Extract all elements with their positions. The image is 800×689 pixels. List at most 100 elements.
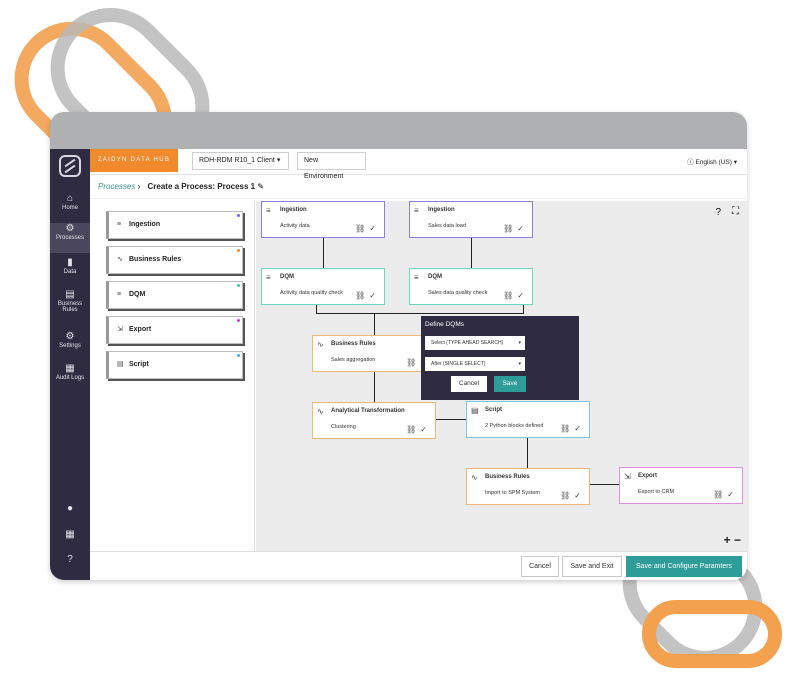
check-circle-icon[interactable]: ✓ <box>369 291 380 300</box>
nav-settings[interactable]: ⚙ Settings <box>50 331 90 361</box>
node-script[interactable]: ▤ Script 2 Python blocks defined ⛓✓ <box>466 401 590 438</box>
link-icon[interactable]: ⛓ <box>355 224 369 233</box>
nav-settings-label: Settings <box>59 343 81 349</box>
save-and-configure-button[interactable]: Save and Configure Paramters <box>626 556 742 577</box>
export-icon: ⇲ <box>624 472 631 481</box>
node-export-crm[interactable]: ⇲ Export Export to CRM ⛓✓ <box>619 467 743 504</box>
nav-processes[interactable]: ⚙ Processes <box>50 223 90 253</box>
node-ingestion-sales[interactable]: ≡ Ingestion Sales data load ⛓✓ <box>409 201 533 238</box>
check-circle-icon[interactable]: ✓ <box>574 424 585 433</box>
language-select[interactable]: ⓘ English (US) ▾ <box>687 156 737 166</box>
node-ingestion-activity[interactable]: ≡ Ingestion Activity data ⛓✓ <box>261 201 385 238</box>
new-environment-button[interactable]: New Environment <box>297 152 366 180</box>
link-icon[interactable]: ⛓ <box>503 291 517 300</box>
palette-dot <box>237 249 240 252</box>
zoom-in-button[interactable]: + <box>724 533 731 547</box>
node-actions[interactable]: ⛓✓ <box>713 490 738 499</box>
node-actions[interactable]: ⛓✓ <box>560 424 585 433</box>
node-title: DQM <box>428 274 442 280</box>
dqm-icon: ≡ <box>414 273 419 282</box>
node-actions[interactable]: ⛓✓ <box>503 291 528 300</box>
help-icon[interactable]: ? <box>715 207 721 218</box>
dqm-select-value: Select (TYPE AHEAD SEARCH) <box>431 340 504 346</box>
node-actions[interactable]: ⛓✓ <box>406 425 431 434</box>
node-business-rules-spm[interactable]: ∿ Business Rules Import to SPM System ⛓✓ <box>466 468 590 505</box>
nav-business-rules[interactable]: ▤ Business Rules <box>50 289 90 325</box>
link-icon[interactable]: ⛓ <box>560 491 574 500</box>
palette-dot <box>237 354 240 357</box>
connector <box>374 313 375 335</box>
database-icon: ≡ <box>414 206 419 215</box>
node-actions[interactable]: ⛓✓ <box>503 224 528 233</box>
popup-save-button[interactable]: Save <box>494 376 526 392</box>
palette-dqm[interactable]: ≡ DQM <box>106 281 243 309</box>
nav-home[interactable]: ⌂ Home <box>50 193 90 223</box>
language-label: English (US) <box>695 159 732 166</box>
bar-chart-icon: ▮ <box>67 257 73 268</box>
fullscreen-icon[interactable]: ⛶ <box>732 206 739 217</box>
node-dqm-sales[interactable]: ≡ DQM Sales data quality check ⛓✓ <box>409 268 533 305</box>
check-circle-icon[interactable]: ✓ <box>420 425 431 434</box>
palette-script-label: Script <box>129 361 149 368</box>
dqm-icon: ≡ <box>117 291 122 298</box>
node-subtitle: Sales data load <box>428 223 466 229</box>
script-icon: ▤ <box>471 406 479 415</box>
node-actions[interactable]: ⛓✓ <box>355 291 380 300</box>
rules-icon: ∿ <box>117 256 123 263</box>
node-title: DQM <box>280 274 294 280</box>
client-select[interactable]: RDH-RDM R10_1 Client ▾ <box>192 152 289 170</box>
breadcrumb: Processes › Create a Process: Process 1 … <box>90 175 747 199</box>
check-circle-icon[interactable]: ✓ <box>517 291 528 300</box>
check-circle-icon[interactable]: ✓ <box>517 224 528 233</box>
home-icon: ⌂ <box>66 193 74 204</box>
edit-pencil-icon[interactable]: ✎ <box>257 182 264 191</box>
link-icon[interactable]: ⛓ <box>355 291 369 300</box>
info-icon: ⓘ <box>687 159 694 166</box>
check-circle-icon[interactable]: ✓ <box>574 491 585 500</box>
chevron-right-icon: › <box>137 182 143 191</box>
rules-icon: ∿ <box>317 407 324 416</box>
node-actions[interactable]: ⛓✓ <box>560 491 585 500</box>
cancel-button[interactable]: Cancel <box>521 556 559 577</box>
chevron-down-icon: ▾ <box>733 159 737 166</box>
node-actions[interactable]: ⛓✓ <box>355 224 380 233</box>
connector <box>527 438 528 468</box>
node-dqm-activity[interactable]: ≡ DQM Activity data quality check ⛓✓ <box>261 268 385 305</box>
palette-script[interactable]: ▤ Script <box>106 351 243 379</box>
breadcrumb-processes-link[interactable]: Processes <box>98 182 135 191</box>
app-window: ⌂ Home ⚙ Processes ▮ Data ▤ Business Rules ⚙… <box>50 149 747 580</box>
popup-title: Define DQMs <box>425 321 465 328</box>
link-icon[interactable]: ⛓ <box>406 425 420 434</box>
palette-export-label: Export <box>129 326 152 333</box>
palette-export[interactable]: ⇲ Export <box>106 316 243 344</box>
calendar-icon: ▦ <box>65 363 75 374</box>
node-subtitle: Sales data quality check <box>428 290 488 296</box>
page-title: Create a Process: Process 1 <box>147 182 256 191</box>
link-icon[interactable]: ⛓ <box>713 490 727 499</box>
connector <box>316 313 524 314</box>
link-icon[interactable]: ⛓ <box>560 424 574 433</box>
help-icon[interactable]: ? <box>50 554 90 580</box>
zoom-out-button[interactable]: − <box>734 533 741 547</box>
dqm-select-dropdown[interactable]: Select (TYPE AHEAD SEARCH) ▾ <box>425 336 525 350</box>
popup-cancel-button[interactable]: Cancel <box>451 376 487 392</box>
palette-ingestion[interactable]: ≡ Ingestion <box>106 211 243 239</box>
node-analytical-transformation[interactable]: ∿ Analytical Transformation Clustering ⛓… <box>312 402 436 439</box>
link-icon[interactable]: ⛓ <box>406 358 420 367</box>
database-icon: ≡ <box>117 221 122 228</box>
nav-audit-logs[interactable]: ▦ Audit Logs <box>50 363 90 393</box>
palette-business-rules[interactable]: ∿ Business Rules <box>106 246 243 274</box>
node-title: Ingestion <box>428 207 455 213</box>
node-business-rules-sales[interactable]: ∿ Business Rules Sales aggregation ⛓✓ <box>312 335 436 372</box>
check-circle-icon[interactable]: ✓ <box>727 490 738 499</box>
nav-business-rules-label: Business Rules <box>57 301 83 313</box>
component-palette: ≡ Ingestion ∿ Business Rules ≡ DQM ⇲ Export … <box>92 201 255 551</box>
node-subtitle: Activity data quality check <box>280 290 343 296</box>
save-and-exit-button[interactable]: Save and Exit <box>562 556 622 577</box>
connector <box>523 305 524 313</box>
link-icon[interactable]: ⛓ <box>503 224 517 233</box>
after-select-dropdown[interactable]: After (SINGLE SELECT) ▾ <box>425 357 525 371</box>
palette-dot <box>237 214 240 217</box>
check-circle-icon[interactable]: ✓ <box>369 224 380 233</box>
nav-data[interactable]: ▮ Data <box>50 257 90 287</box>
